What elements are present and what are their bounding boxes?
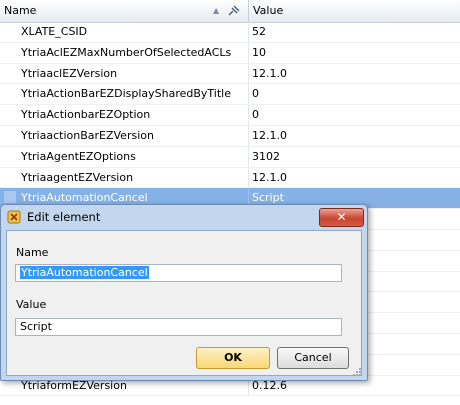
row-separator <box>248 167 249 188</box>
row-separator <box>248 42 249 63</box>
name-label: Name <box>16 246 49 259</box>
row-name: YtriaactionBarEZVersion <box>21 128 154 142</box>
name-column-header[interactable]: Name <box>4 4 36 17</box>
value-field-text: Script <box>20 320 52 333</box>
row-value: 12.1.0 <box>252 170 287 184</box>
value-field[interactable]: Script <box>15 318 342 336</box>
close-button[interactable]: ✕ <box>319 208 364 227</box>
row-value: 3102 <box>252 149 280 163</box>
table-row[interactable]: YtriaAgentEZOptions 3102 <box>0 146 460 168</box>
row-separator <box>248 63 249 84</box>
table-row[interactable]: YtriaactionBarEZVersion 12.1.0 <box>0 125 460 147</box>
row-value: 52 <box>252 25 266 38</box>
table-row[interactable]: XLATE_CSID 52 <box>0 22 460 43</box>
app-icon <box>7 210 21 224</box>
table-row[interactable]: YtriaagentEZVersion 12.1.0 <box>0 167 460 189</box>
row-name: YtriaAgentEZOptions <box>21 149 136 163</box>
row-name: YtriaagentEZVersion <box>21 170 134 184</box>
table-row[interactable]: YtriaActionBarEZDisplaySharedByTitle 0 <box>0 84 460 106</box>
row-name: YtriaAclEZMaxNumberOfSelectedACLs <box>21 45 232 59</box>
row-value: 0 <box>252 108 259 122</box>
row-value: Script <box>252 191 284 205</box>
ok-button[interactable]: OK <box>196 347 270 369</box>
row-marker <box>4 191 16 204</box>
row-separator <box>248 22 249 42</box>
row-name: YtriaActionbarEZOption <box>21 108 151 122</box>
table-row[interactable]: YtriaActionbarEZOption 0 <box>0 105 460 126</box>
row-name: XLATE_CSID <box>21 25 88 38</box>
value-label: Value <box>16 298 47 311</box>
row-separator <box>248 125 249 146</box>
name-field-text: YtriaAutomationCancel <box>20 266 149 279</box>
row-separator <box>248 84 249 105</box>
row-name: YtriaaclEZVersion <box>21 66 118 80</box>
row-value: 0 <box>252 87 259 101</box>
row-value: 12.1.0 <box>252 66 287 80</box>
value-column-header[interactable]: Value <box>253 4 283 17</box>
row-name: YtriaActionBarEZDisplaySharedByTitle <box>21 87 231 101</box>
resize-grip-icon[interactable] <box>351 366 361 376</box>
grid-header: Name ▲ Value <box>0 0 460 23</box>
row-separator <box>248 146 249 167</box>
row-separator <box>248 105 249 125</box>
table-row[interactable]: YtriaaclEZVersion 12.1.0 <box>0 63 460 85</box>
table-row[interactable]: YtriaAclEZMaxNumberOfSelectedACLs 10 <box>0 42 460 64</box>
pin-icon[interactable] <box>227 5 240 17</box>
column-separator[interactable] <box>248 0 249 22</box>
cancel-button[interactable]: Cancel <box>277 347 349 369</box>
dialog-title: Edit element <box>27 210 101 224</box>
row-value: 10 <box>252 45 266 59</box>
row-value: 12.1.0 <box>252 128 287 142</box>
row-name: YtriaAutomationCancel <box>21 191 148 205</box>
sort-ascending-icon[interactable]: ▲ <box>213 6 219 15</box>
name-field[interactable]: YtriaAutomationCancel <box>15 264 342 282</box>
